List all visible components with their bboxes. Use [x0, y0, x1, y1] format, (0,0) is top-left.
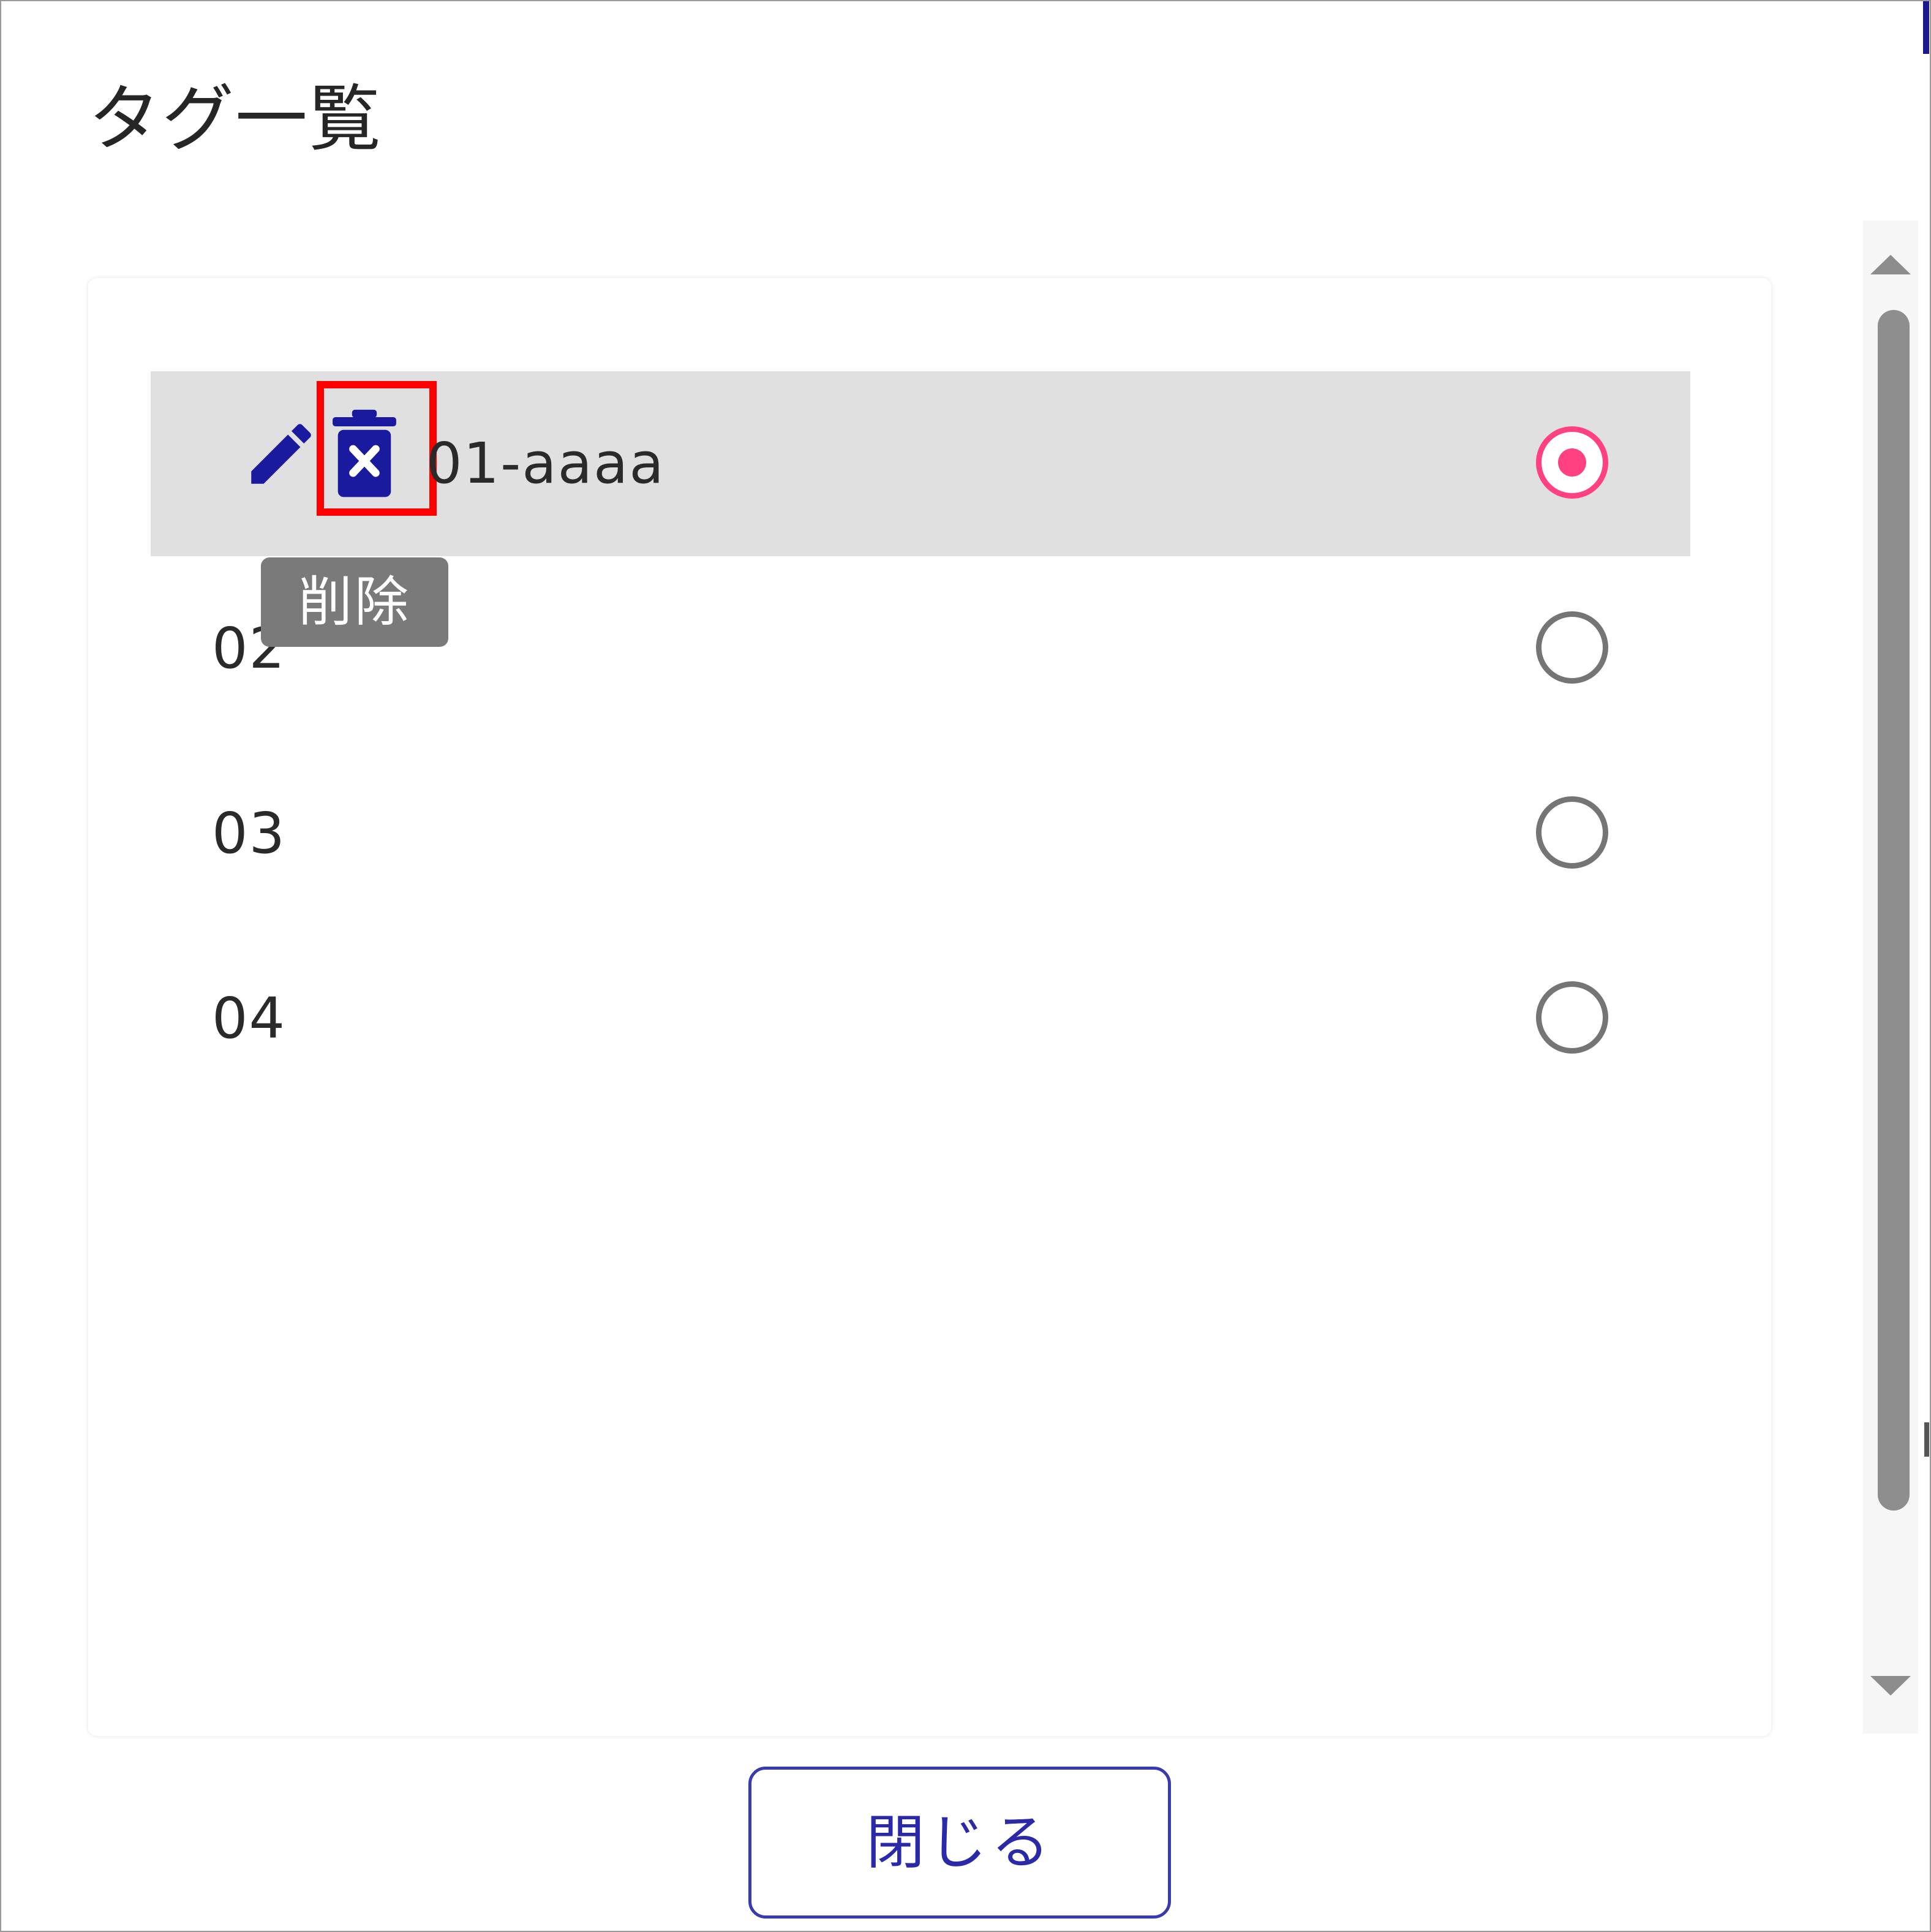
window-frame: タグ一覧 01-aaaa 02 03 04 削除 閉じる: [0, 0, 1931, 1932]
scrollbar-thumb[interactable]: [1878, 310, 1910, 1511]
delete-tooltip: 削除: [261, 557, 448, 647]
dialog-title: タグ一覧: [88, 77, 383, 161]
window-edge-accent: [1923, 1, 1929, 54]
tag-radio[interactable]: [1536, 796, 1608, 869]
tag-list-card: 01-aaaa 02 03 04: [88, 278, 1771, 1736]
tag-row[interactable]: 03: [151, 741, 1690, 926]
triangle-down-icon[interactable]: [1870, 1676, 1911, 1696]
tag-row[interactable]: 01-aaaa: [151, 371, 1690, 556]
tag-radio[interactable]: [1536, 611, 1608, 684]
pencil-icon-svg: [251, 424, 311, 484]
tag-label: 03: [212, 801, 287, 866]
close-button[interactable]: 閉じる: [748, 1767, 1171, 1919]
tag-list-dialog: タグ一覧 01-aaaa 02 03 04 削除 閉じる: [2, 2, 1922, 1930]
delete-icon-highlight-box: [317, 381, 437, 516]
tag-list: 01-aaaa 02 03 04: [151, 371, 1690, 1111]
tag-radio-selected[interactable]: [1536, 426, 1608, 499]
vertical-scrollbar[interactable]: [1863, 221, 1918, 1734]
tag-label: 04: [212, 986, 287, 1051]
triangle-up-icon[interactable]: [1870, 255, 1911, 274]
window-edge-marker: [1924, 1422, 1929, 1457]
tag-row[interactable]: 04: [151, 926, 1690, 1111]
tag-label: 01-aaaa: [426, 431, 665, 496]
tag-radio[interactable]: [1536, 981, 1608, 1054]
pencil-icon[interactable]: [241, 414, 321, 494]
